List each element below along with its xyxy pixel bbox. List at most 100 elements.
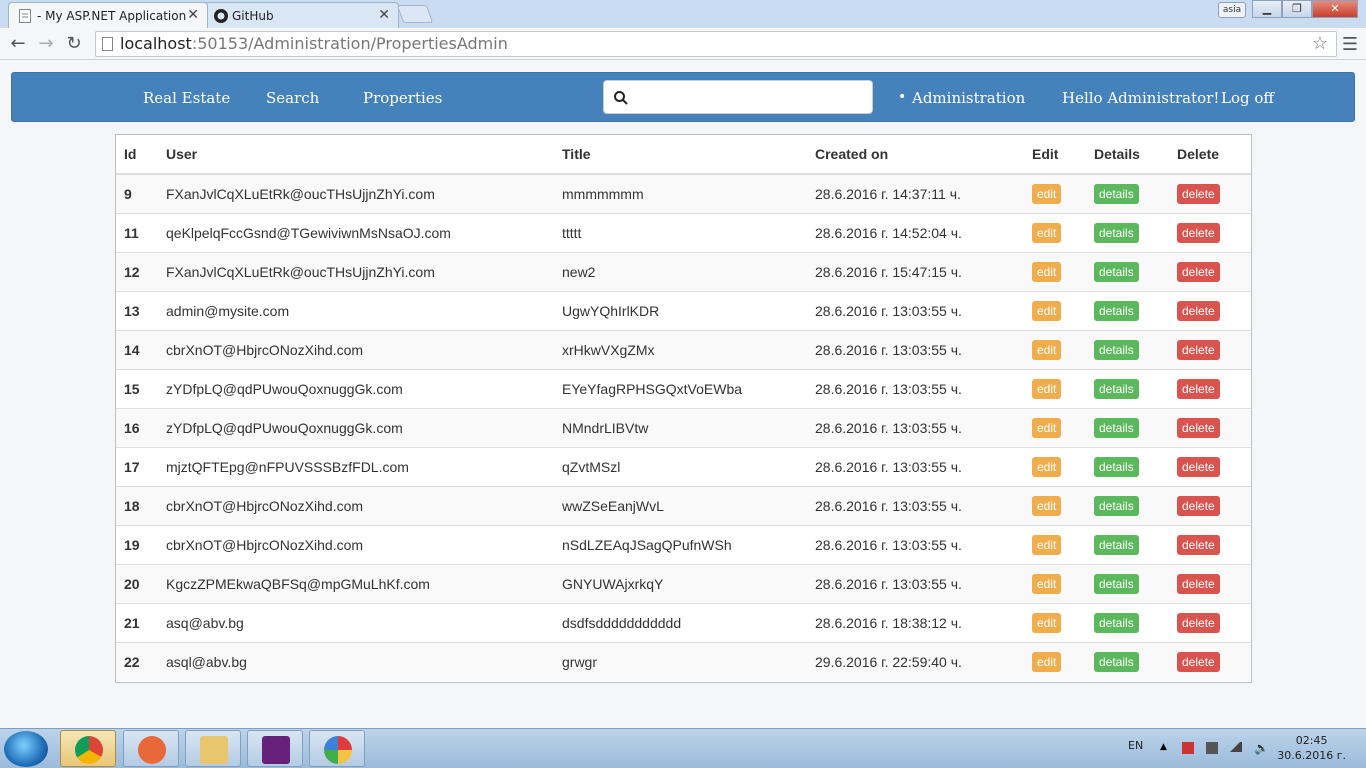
- close-icon[interactable]: ✕: [378, 7, 390, 23]
- edit-button[interactable]: edit: [1032, 339, 1062, 360]
- details-button[interactable]: details: [1094, 456, 1139, 477]
- tab-my-aspnet-application[interactable]: - My ASP.NET Application ✕: [8, 2, 208, 28]
- cell-details: details: [1086, 446, 1169, 486]
- edit-button[interactable]: edit: [1032, 651, 1062, 672]
- edit-button[interactable]: edit: [1032, 456, 1062, 477]
- edit-button[interactable]: edit: [1032, 222, 1062, 243]
- details-button[interactable]: details: [1094, 339, 1139, 360]
- edit-button[interactable]: edit: [1032, 417, 1062, 438]
- nav-link-properties[interactable]: Properties: [363, 89, 442, 107]
- delete-button[interactable]: delete: [1177, 183, 1220, 204]
- user-profile-badge[interactable]: asia: [1218, 2, 1246, 18]
- delete-button[interactable]: delete: [1177, 495, 1220, 516]
- cell-details: details: [1086, 329, 1169, 369]
- nav-link-real-estate[interactable]: Real Estate: [143, 89, 230, 107]
- back-arrow-icon[interactable]: ←: [6, 32, 30, 56]
- details-button[interactable]: details: [1094, 378, 1139, 399]
- delete-button[interactable]: delete: [1177, 300, 1220, 321]
- delete-button[interactable]: delete: [1177, 612, 1220, 633]
- details-button[interactable]: details: [1094, 534, 1139, 555]
- cell-id: 16: [116, 407, 158, 447]
- cell-edit: edit: [1024, 602, 1086, 642]
- nav-link-administration[interactable]: Administration: [912, 89, 1025, 107]
- delete-button[interactable]: delete: [1177, 573, 1220, 594]
- cell-delete: delete: [1169, 251, 1251, 291]
- edit-button[interactable]: edit: [1032, 612, 1062, 633]
- system-clock[interactable]: 02:45 30.6.2016 г.: [1277, 733, 1346, 763]
- bookmark-star-icon[interactable]: ☆: [1312, 32, 1328, 56]
- cell-delete: delete: [1169, 290, 1251, 330]
- volume-icon[interactable]: 🔈: [1254, 742, 1269, 754]
- details-button[interactable]: details: [1094, 651, 1139, 672]
- edit-button[interactable]: edit: [1032, 378, 1062, 399]
- edit-button[interactable]: edit: [1032, 495, 1062, 516]
- edit-button[interactable]: edit: [1032, 261, 1062, 282]
- details-button[interactable]: details: [1094, 495, 1139, 516]
- taskbar-picasa[interactable]: [309, 730, 365, 767]
- delete-button[interactable]: delete: [1177, 456, 1220, 477]
- edit-button[interactable]: edit: [1032, 534, 1062, 555]
- column-header-details: Details: [1086, 135, 1169, 175]
- delete-button[interactable]: delete: [1177, 222, 1220, 243]
- delete-button[interactable]: delete: [1177, 534, 1220, 555]
- new-tab-button[interactable]: [396, 5, 434, 23]
- device-icon[interactable]: [1206, 742, 1218, 754]
- cell-id: 18: [116, 485, 158, 525]
- nav-link-search[interactable]: Search: [266, 89, 319, 107]
- window-close-icon[interactable]: ✕: [1312, 0, 1358, 18]
- tab-github[interactable]: GitHub ✕: [203, 2, 399, 28]
- minimize-icon[interactable]: ▁: [1252, 0, 1282, 18]
- search-box: [603, 80, 873, 114]
- details-button[interactable]: details: [1094, 573, 1139, 594]
- table-row: 20 KgczZPMEkwaQBFSq@mpGMuLhKf.com GNYUWAjx…: [116, 563, 1251, 603]
- cell-created-on: 28.6.2016 г. 13:03:55 ч.: [807, 563, 1024, 603]
- details-button[interactable]: details: [1094, 300, 1139, 321]
- windows-start-button[interactable]: [4, 731, 48, 767]
- table-row: 19 cbrXnOT@HbjrcONozXihd.com nSdLZEAqJSagQ…: [116, 524, 1251, 564]
- picasa-icon: [324, 736, 352, 764]
- forward-arrow-icon[interactable]: →: [34, 32, 58, 56]
- cell-title: UgwYQhIrlKDR: [554, 290, 807, 330]
- delete-button[interactable]: delete: [1177, 417, 1220, 438]
- menu-icon[interactable]: ☰: [1342, 34, 1358, 55]
- logoff-link[interactable]: Log off: [1221, 89, 1274, 107]
- taskbar-chrome[interactable]: [60, 730, 116, 767]
- details-button[interactable]: details: [1094, 183, 1139, 204]
- taskbar-file-explorer[interactable]: [185, 730, 241, 767]
- column-header-user: User: [158, 135, 554, 175]
- details-button[interactable]: details: [1094, 417, 1139, 438]
- close-icon[interactable]: ✕: [187, 7, 199, 23]
- column-header-title: Title: [554, 135, 807, 175]
- table-row: 9 FXanJvlCqXLuEtRk@oucTHsUjjnZhYi.com mmmm…: [116, 173, 1251, 213]
- edit-button[interactable]: edit: [1032, 300, 1062, 321]
- show-hidden-icons-icon[interactable]: ▲: [1160, 742, 1172, 754]
- edit-button[interactable]: edit: [1032, 183, 1062, 204]
- greeting-link[interactable]: Hello Administrator!: [1062, 89, 1219, 107]
- cell-details: details: [1086, 641, 1169, 681]
- cell-details: details: [1086, 173, 1169, 213]
- search-icon: [614, 90, 628, 105]
- table-row: 21 asq@abv.bg dsdfsddddddddddd 28.6.2016 г.…: [116, 602, 1251, 642]
- delete-button[interactable]: delete: [1177, 339, 1220, 360]
- delete-button[interactable]: delete: [1177, 378, 1220, 399]
- flag-icon[interactable]: [1182, 742, 1194, 754]
- cell-edit: edit: [1024, 251, 1086, 291]
- delete-button[interactable]: delete: [1177, 261, 1220, 282]
- delete-button[interactable]: delete: [1177, 651, 1220, 672]
- cell-delete: delete: [1169, 173, 1251, 213]
- details-button[interactable]: details: [1094, 612, 1139, 633]
- details-button[interactable]: details: [1094, 222, 1139, 243]
- taskbar-visual-studio[interactable]: [247, 730, 303, 767]
- cell-user: FXanJvlCqXLuEtRk@oucTHsUjjnZhYi.com: [158, 173, 554, 213]
- taskbar-app-2[interactable]: [123, 730, 179, 767]
- table-row: 16 zYDfpLQ@qdPUwouQoxnuggGk.com NMndrLIBVt…: [116, 407, 1251, 447]
- reload-icon[interactable]: ↻: [62, 32, 86, 56]
- language-indicator[interactable]: EN: [1128, 739, 1143, 752]
- restore-icon[interactable]: ❐: [1282, 0, 1312, 18]
- edit-button[interactable]: edit: [1032, 573, 1062, 594]
- details-button[interactable]: details: [1094, 261, 1139, 282]
- address-bar[interactable]: localhost:50153/Administration/Propertie…: [95, 31, 1337, 57]
- search-input[interactable]: [636, 85, 866, 109]
- network-icon[interactable]: [1230, 742, 1242, 752]
- table-row: 13 admin@mysite.com UgwYQhIrlKDR 28.6.2016 …: [116, 290, 1251, 330]
